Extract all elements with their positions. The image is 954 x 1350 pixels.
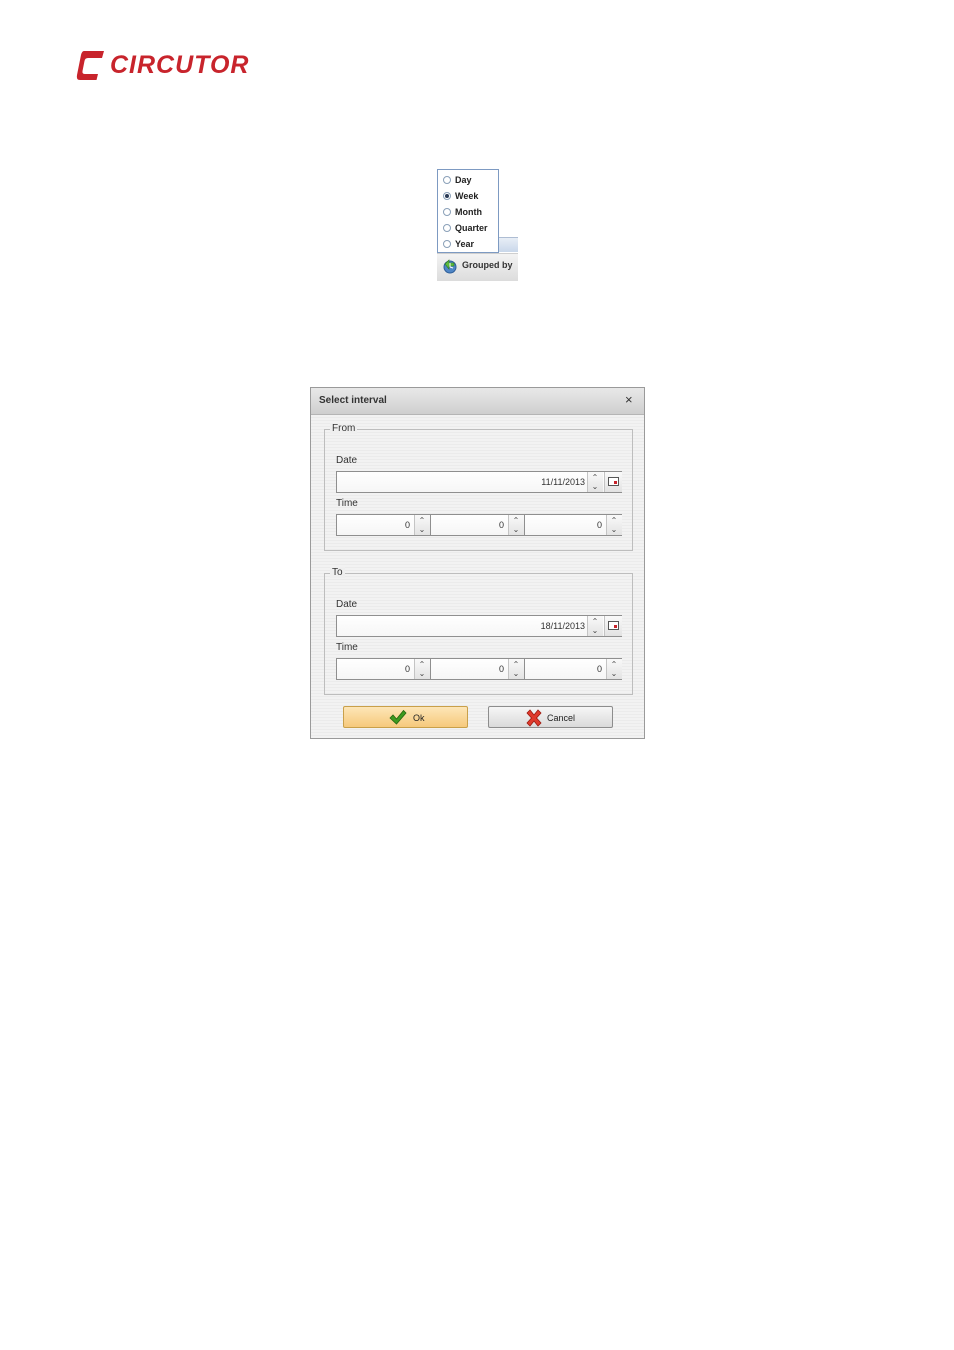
chevron-up-icon[interactable]: ⌃ (610, 516, 618, 525)
option-label: Year (455, 239, 475, 249)
grouped-by-menu: Day Week Month Quarter Year (437, 169, 499, 253)
to-date-value: 18/11/2013 (540, 621, 585, 631)
from-date-field[interactable]: 11/11/2013 ⌃ ⌄ (336, 471, 622, 493)
radio-week[interactable] (443, 192, 451, 200)
from-second-field[interactable]: 0 ⌃ ⌄ (524, 514, 622, 536)
chevron-up-icon[interactable]: ⌃ (418, 660, 426, 669)
from-date-spinner[interactable]: ⌃ ⌄ (587, 472, 603, 492)
chevron-up-icon[interactable]: ⌃ (610, 660, 618, 669)
chevron-down-icon[interactable]: ⌄ (610, 525, 618, 534)
grouped-by-control: Grouped by Day Week Month Quarter Year (437, 169, 518, 281)
grouping-icon (443, 259, 457, 274)
option-week[interactable]: Week (443, 189, 478, 203)
calendar-icon (608, 477, 619, 486)
radio-month[interactable] (443, 208, 451, 216)
grouped-by-button[interactable]: Grouped by (437, 253, 518, 281)
from-hour-field[interactable]: 0 ⌃ ⌄ (336, 514, 430, 536)
cancel-button[interactable]: Cancel (488, 706, 613, 728)
checkmark-icon (389, 709, 407, 725)
close-icon[interactable]: × (625, 393, 633, 407)
from-legend: From (330, 423, 358, 434)
chevron-up-icon[interactable]: ⌃ (418, 516, 426, 525)
chevron-up-icon[interactable]: ⌃ (512, 516, 520, 525)
from-hour-spinner[interactable]: ⌃ ⌄ (414, 515, 430, 535)
radio-day[interactable] (443, 176, 451, 184)
radio-year[interactable] (443, 240, 451, 248)
chevron-down-icon[interactable]: ⌄ (591, 626, 599, 635)
grouped-by-label: Grouped by (462, 260, 513, 270)
from-minute-value: 0 (498, 520, 504, 530)
to-hour-spinner[interactable]: ⌃ ⌄ (414, 659, 430, 679)
option-month[interactable]: Month (443, 205, 482, 219)
circutor-logo: CIRCUTOR (76, 48, 249, 82)
to-hour-field[interactable]: 0 ⌃ ⌄ (336, 658, 430, 680)
from-minute-field[interactable]: 0 ⌃ ⌄ (430, 514, 524, 536)
chevron-up-icon[interactable]: ⌃ (512, 660, 520, 669)
option-year[interactable]: Year (443, 237, 474, 251)
from-second-spinner[interactable]: ⌃ ⌄ (606, 515, 622, 535)
to-date-spinner[interactable]: ⌃ ⌄ (587, 616, 603, 636)
chevron-down-icon[interactable]: ⌄ (512, 669, 520, 678)
chevron-down-icon[interactable]: ⌄ (418, 669, 426, 678)
option-quarter[interactable]: Quarter (443, 221, 488, 235)
chevron-up-icon[interactable]: ⌃ (591, 617, 599, 626)
to-second-field[interactable]: 0 ⌃ ⌄ (524, 658, 622, 680)
from-date-label: Date (336, 455, 358, 466)
circutor-logo-icon (76, 51, 104, 80)
chevron-down-icon[interactable]: ⌄ (418, 525, 426, 534)
to-second-spinner[interactable]: ⌃ ⌄ (606, 659, 622, 679)
chevron-down-icon[interactable]: ⌄ (591, 482, 599, 491)
from-date-value: 11/11/2013 (541, 477, 585, 487)
ok-label: Ok (413, 713, 425, 723)
calendar-icon (608, 621, 619, 630)
chevron-down-icon[interactable]: ⌄ (610, 669, 618, 678)
option-label: Month (455, 207, 482, 217)
from-hour-value: 0 (404, 520, 410, 530)
to-minute-field[interactable]: 0 ⌃ ⌄ (430, 658, 524, 680)
to-date-field[interactable]: 18/11/2013 ⌃ ⌄ (336, 615, 622, 637)
red-x-icon (526, 709, 542, 727)
radio-quarter[interactable] (443, 224, 451, 232)
select-interval-dialog: Select interval × From Date 11/11/2013 ⌃… (310, 387, 645, 739)
dialog-titlebar: Select interval × (311, 388, 644, 415)
chevron-down-icon[interactable]: ⌄ (512, 525, 520, 534)
from-minute-spinner[interactable]: ⌃ ⌄ (508, 515, 524, 535)
to-second-value: 0 (596, 664, 602, 674)
logo-text: CIRCUTOR (110, 50, 250, 79)
dialog-title: Select interval (319, 395, 387, 406)
to-group: To Date 18/11/2013 ⌃ ⌄ Time 0 ⌃ ⌄ 0 ⌃ ⌄ … (324, 567, 633, 695)
from-time-label: Time (336, 498, 358, 509)
option-label: Week (455, 191, 479, 201)
ok-button[interactable]: Ok (343, 706, 468, 728)
to-legend: To (330, 567, 345, 578)
to-time-label: Time (336, 642, 358, 653)
to-minute-spinner[interactable]: ⌃ ⌄ (508, 659, 524, 679)
to-date-label: Date (336, 599, 358, 610)
to-minute-value: 0 (498, 664, 504, 674)
to-calendar-button[interactable] (604, 616, 622, 636)
chevron-up-icon[interactable]: ⌃ (591, 473, 599, 482)
from-second-value: 0 (596, 520, 602, 530)
from-calendar-button[interactable] (604, 472, 622, 492)
option-day[interactable]: Day (443, 173, 472, 187)
option-label: Quarter (455, 223, 488, 233)
from-group: From Date 11/11/2013 ⌃ ⌄ Time 0 ⌃ ⌄ 0 ⌃ … (324, 423, 633, 551)
to-hour-value: 0 (404, 664, 410, 674)
cancel-label: Cancel (547, 713, 576, 723)
option-label: Day (455, 175, 472, 185)
